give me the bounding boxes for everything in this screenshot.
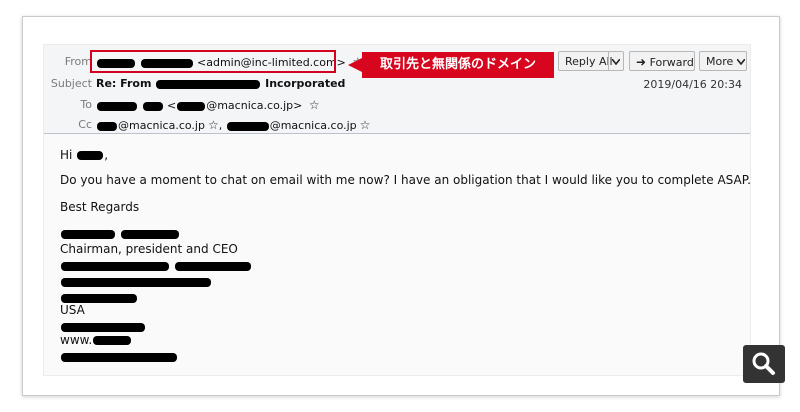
- cc-label: Cc: [78, 118, 92, 131]
- redacted-text: [61, 323, 145, 332]
- domain-callout: 取引先と無関係のドメイン: [362, 52, 554, 78]
- chevron-down-icon: [736, 58, 746, 66]
- forward-button[interactable]: ➜ Forward: [629, 51, 695, 71]
- redacted-name: [97, 101, 137, 111]
- to-label: To: [80, 98, 92, 111]
- signature-email-link[interactable]: [60, 350, 178, 364]
- star-icon[interactable]: ☆: [360, 118, 371, 132]
- redacted-text: [61, 278, 211, 287]
- redacted-user: [177, 101, 206, 111]
- cc-email-1: @macnica.co.jp: [118, 119, 205, 132]
- redacted-text: [93, 336, 132, 345]
- star-icon[interactable]: ☆: [208, 118, 219, 132]
- redacted-text: [120, 230, 179, 239]
- email-date: 2019/04/16 20:34: [643, 78, 742, 91]
- subject-prefix: Re: From: [96, 77, 152, 90]
- website-prefix: www.: [60, 333, 93, 347]
- redacted-text: [61, 353, 177, 362]
- signature-title: Chairman, president and CEO: [60, 242, 238, 256]
- cc-email-2: @macnica.co.jp: [269, 119, 357, 132]
- signature-website: www.: [60, 333, 132, 347]
- redacted-text: [61, 294, 137, 303]
- redacted-user: [97, 121, 117, 131]
- callout-arrow: [348, 58, 362, 72]
- chevron-down-icon[interactable]: [608, 52, 623, 70]
- greeting: Hi: [60, 148, 73, 162]
- cc-value[interactable]: @macnica.co.jp ☆, @macnica.co.jp ☆: [96, 118, 370, 132]
- reply-all-button[interactable]: Reply All: [558, 51, 624, 71]
- redacted-name: [142, 101, 163, 111]
- redacted-user: [226, 121, 269, 131]
- signature-name: [60, 227, 180, 241]
- closing-line: Best Regards: [60, 200, 140, 214]
- more-button[interactable]: More: [699, 51, 747, 71]
- from-highlight-box: [90, 50, 336, 73]
- reply-all-label: Reply All: [565, 55, 613, 68]
- from-label: From: [64, 55, 92, 68]
- redacted-text: [174, 262, 251, 271]
- to-value[interactable]: < @macnica.co.jp> ☆: [96, 98, 320, 112]
- signature-line: [60, 259, 252, 273]
- redacted-company: [156, 79, 261, 89]
- to-email: @macnica.co.jp>: [206, 99, 303, 112]
- search-button[interactable]: [743, 345, 785, 383]
- forward-arrow-icon: ➜: [636, 55, 647, 69]
- signature-line: [60, 275, 212, 289]
- redacted-text: [61, 262, 169, 271]
- magnifier-icon: [752, 352, 775, 375]
- signature-country: USA: [60, 303, 85, 317]
- forward-label: Forward: [649, 56, 694, 69]
- greeting-line: Hi ,: [60, 148, 109, 162]
- subject-value: Re: From Incorporated: [96, 77, 345, 90]
- subject-label: Subject: [50, 77, 92, 90]
- email-viewer: From <admin@inc-limited.com> ☆ 取引先と無関係のド…: [43, 44, 751, 376]
- signature-phone: [60, 320, 146, 334]
- email-header: From <admin@inc-limited.com> ☆ 取引先と無関係のド…: [44, 45, 750, 134]
- subject-suffix: Incorporated: [265, 77, 346, 90]
- star-icon[interactable]: ☆: [309, 98, 320, 112]
- redacted-text: [61, 230, 115, 239]
- redacted-name: [77, 151, 104, 160]
- more-label: More: [706, 55, 734, 68]
- message-line: Do you have a moment to chat on email wi…: [60, 173, 751, 187]
